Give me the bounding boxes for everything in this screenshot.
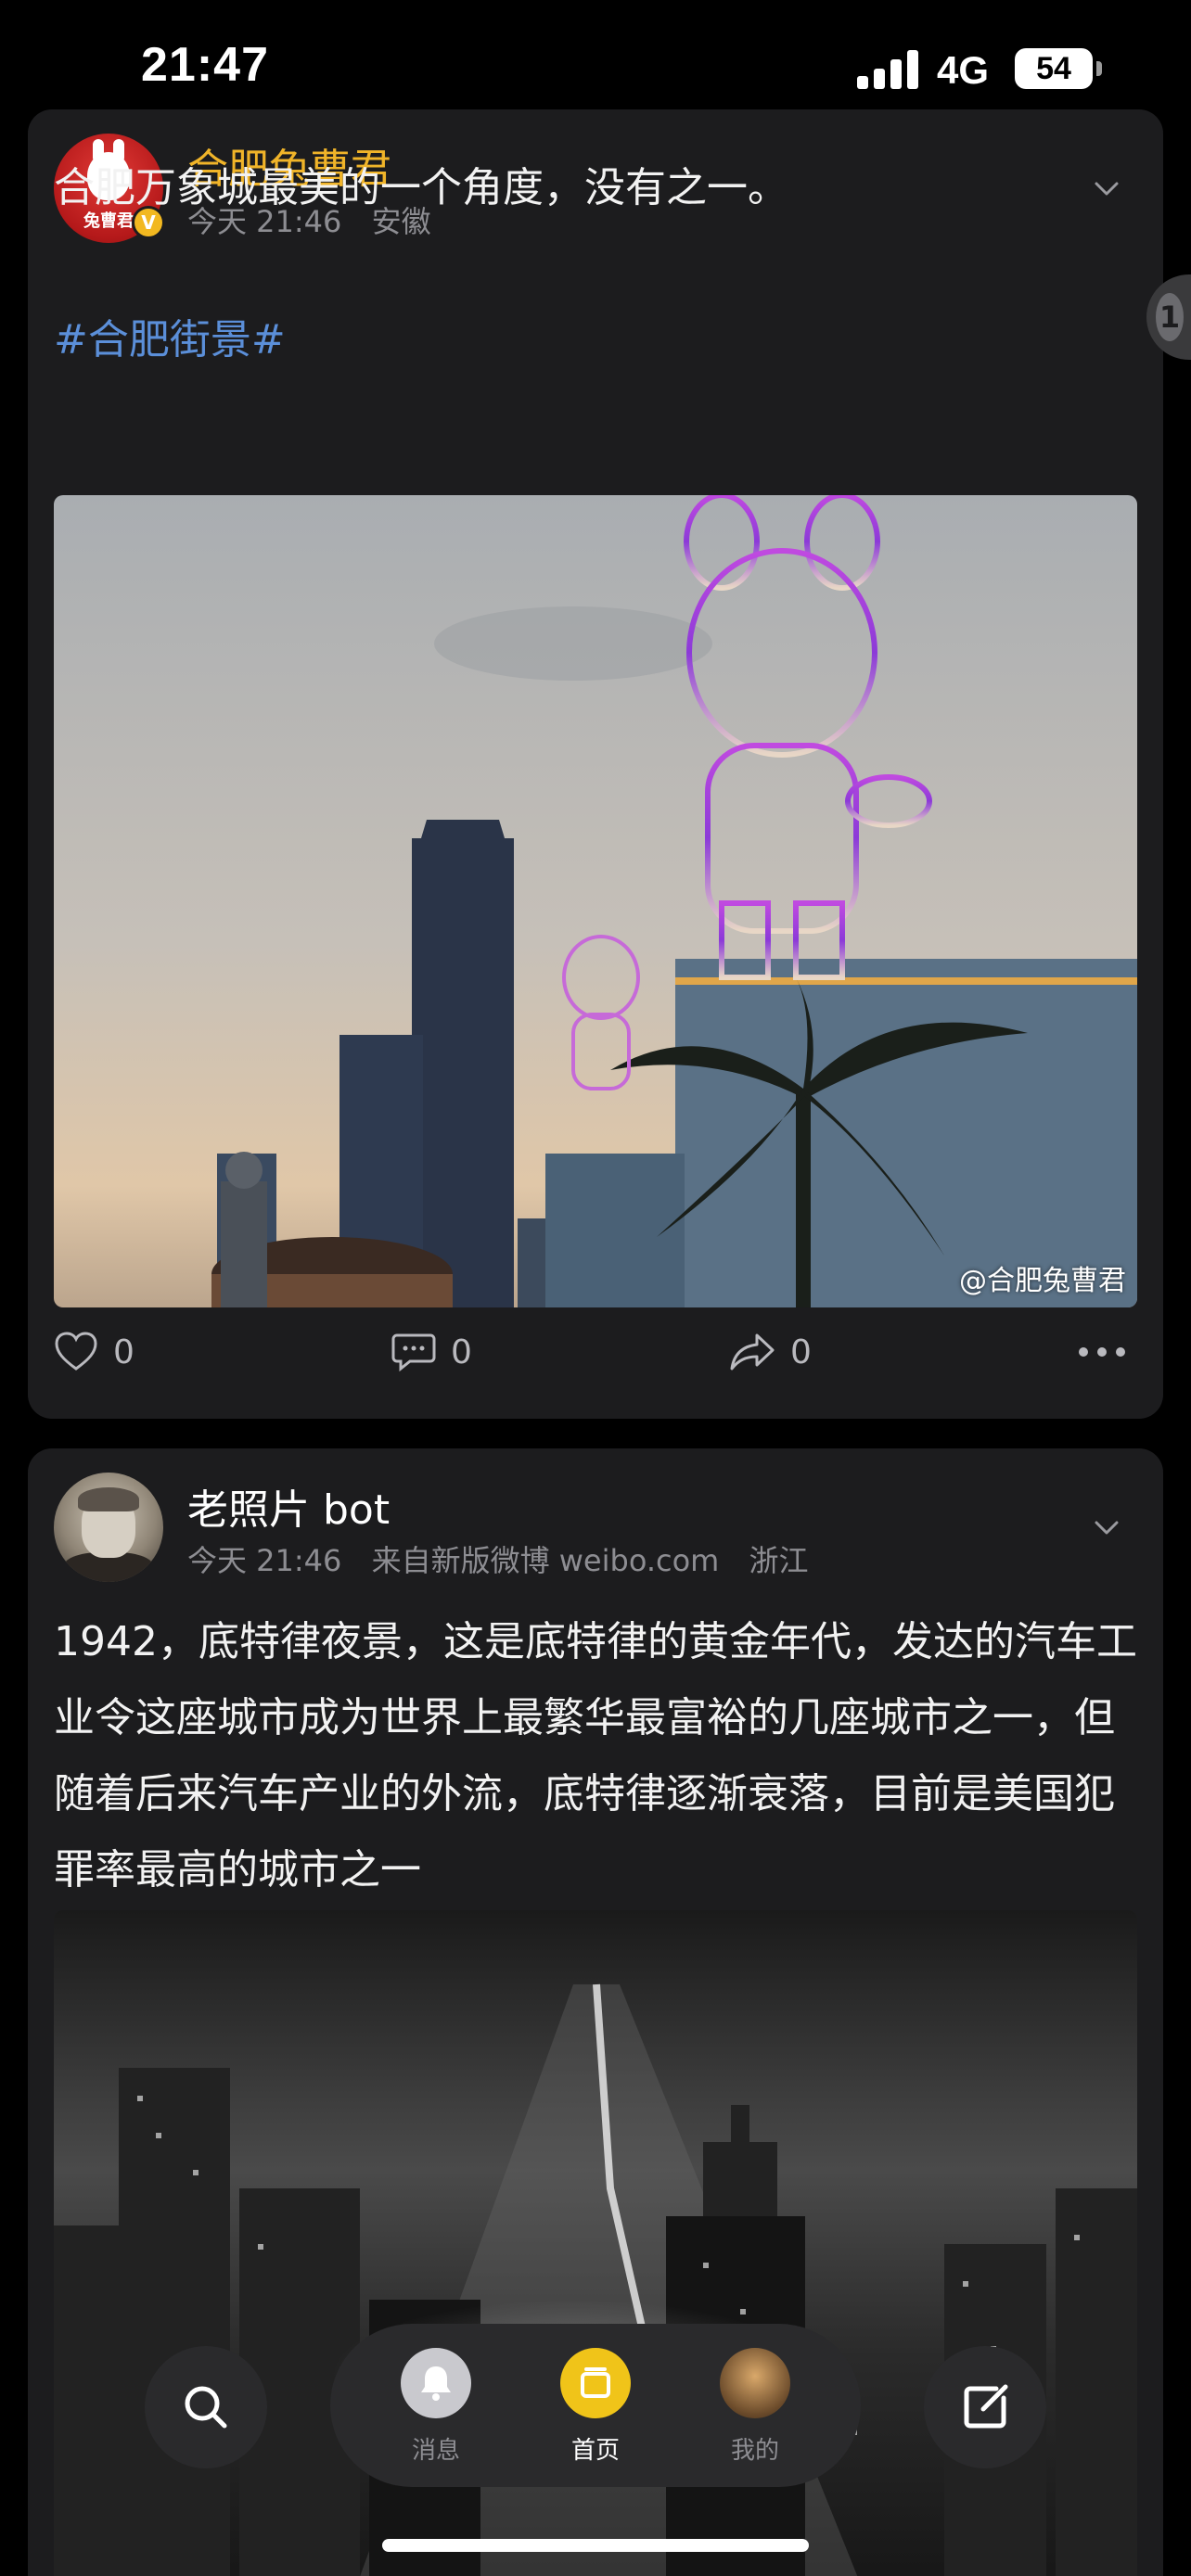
post-time: 今天 21:46 (187, 1543, 342, 1578)
chevron-down-icon[interactable] (1093, 1513, 1121, 1541)
hashtag-link[interactable]: #合肥街景# (54, 302, 1139, 378)
heart-icon (55, 1332, 97, 1371)
bell-icon (401, 2348, 471, 2418)
tab-me-label: 我的 (730, 2437, 779, 2465)
post-image[interactable]: @合肥兔曹君 (54, 495, 1137, 1307)
avatar[interactable] (54, 1473, 163, 1582)
share-icon (730, 1333, 775, 1371)
battery-icon: 54 (1015, 48, 1093, 89)
tab-messages-label: 消息 (411, 2437, 460, 2465)
tab-home[interactable]: 首页 (540, 2348, 651, 2466)
post-location: 浙江 (749, 1543, 809, 1578)
tab-me[interactable]: 我的 (699, 2348, 811, 2466)
share-button[interactable]: 0 (729, 1324, 812, 1380)
comment-icon (391, 1333, 436, 1372)
home-icon (560, 2348, 631, 2418)
author-name[interactable]: 老照片 bot (187, 1476, 390, 1536)
compose-icon (964, 2384, 1008, 2429)
post-text: 合肥万象城最美的一个角度，没有之一。 (54, 164, 788, 211)
side-tab-label: 1 (1156, 293, 1184, 341)
like-count: 0 (113, 1333, 134, 1371)
comment-button[interactable]: 0 (391, 1324, 472, 1380)
post-source: 来自新版微博 weibo.com (371, 1543, 720, 1578)
tab-messages[interactable]: 消息 (380, 2348, 492, 2466)
post-text: 1942，底特律夜景，这是底特律的黄金年代，发达的汽车工业令这座城市成为世界上最… (54, 1618, 1137, 1894)
post-meta: 今天 21:46 来自新版微博 weibo.com 浙江 (187, 1537, 829, 1580)
cellular-signal-icon (857, 48, 920, 89)
search-icon (185, 2386, 227, 2429)
battery-tip (1096, 61, 1102, 76)
comment-count: 0 (451, 1333, 472, 1371)
profile-avatar-icon (720, 2348, 790, 2418)
share-count: 0 (790, 1333, 812, 1371)
compose-button[interactable] (924, 2346, 1046, 2468)
home-indicator[interactable] (382, 2539, 809, 2552)
more-button[interactable] (1078, 1324, 1141, 1380)
like-button[interactable]: 0 (54, 1324, 134, 1380)
bottom-tab-bar: 消息 首页 我的 (330, 2324, 861, 2487)
post-actions: 0 0 0 (28, 1324, 1163, 1380)
network-type: 4G (937, 48, 990, 92)
status-time: 21:47 (141, 38, 269, 92)
more-icon (1079, 1347, 1125, 1357)
status-bar: 21:47 4G 54 (0, 0, 1191, 108)
search-button[interactable] (145, 2346, 267, 2468)
post-card[interactable]: 兔曹君 V 合肥兔曹君 今天 21:46 安徽 合肥万象城最美的一个角度，没有之… (28, 109, 1163, 1419)
image-watermark: @合肥兔曹君 (959, 1265, 1126, 1297)
tab-home-label: 首页 (570, 2437, 620, 2465)
